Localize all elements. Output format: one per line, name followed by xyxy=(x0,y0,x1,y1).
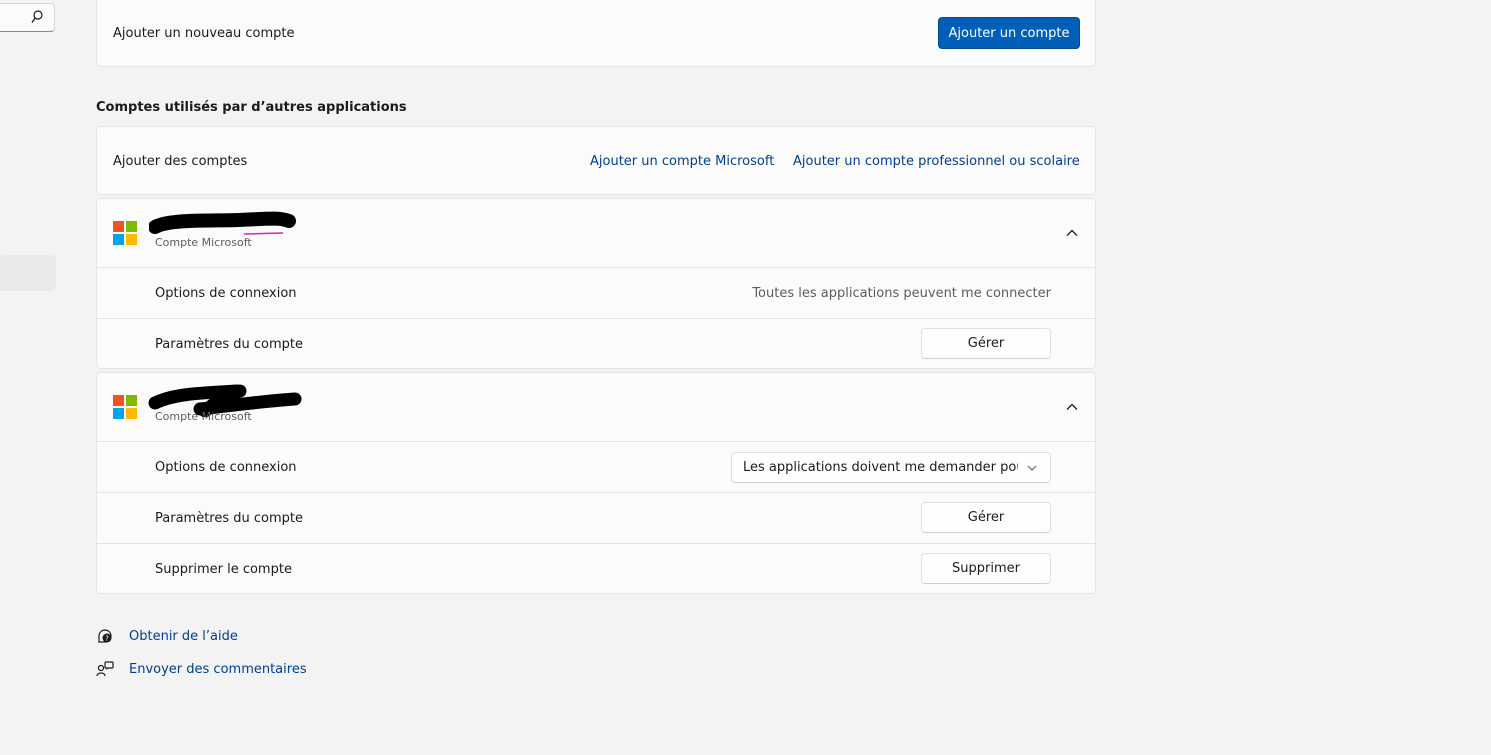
microsoft-logo-icon xyxy=(113,221,137,245)
remove-account-label: Supprimer le compte xyxy=(155,562,292,577)
search-input[interactable] xyxy=(0,3,55,32)
account-card-1: Compte Microsoft Options de connexion To… xyxy=(96,198,1096,369)
svg-text:?: ? xyxy=(105,635,109,643)
search-icon[interactable] xyxy=(31,10,43,24)
add-account-button[interactable]: Ajouter un compte xyxy=(938,17,1080,49)
add-microsoft-account-link[interactable]: Ajouter un compte Microsoft xyxy=(590,154,774,169)
manage-button[interactable]: Gérer xyxy=(921,502,1051,533)
redacted-email-scribble xyxy=(149,211,296,235)
account-header-2[interactable]: Compte Microsoft xyxy=(97,373,1095,441)
account-card-2: Compte Microsoft Options de connexion Le… xyxy=(96,372,1096,594)
logo-blue-square xyxy=(113,234,124,245)
signin-options-dropdown[interactable]: Les applications doivent me demander pou… xyxy=(731,452,1051,483)
add-new-account-card: Ajouter un nouveau compte Ajouter un com… xyxy=(96,0,1096,67)
signin-options-row-2: Options de connexion Les applications do… xyxy=(97,441,1095,492)
nav-item-selected[interactable] xyxy=(0,255,56,291)
account-header-1[interactable]: Compte Microsoft xyxy=(97,199,1095,267)
chevron-up-icon[interactable] xyxy=(1065,226,1079,240)
signin-options-label: Options de connexion xyxy=(155,460,297,475)
account-settings-row-2: Paramètres du compte Gérer xyxy=(97,492,1095,543)
section-title: Comptes utilisés par d’autres applicatio… xyxy=(96,100,407,115)
add-work-account-link[interactable]: Ajouter un compte professionnel ou scola… xyxy=(793,154,1080,169)
add-accounts-label: Ajouter des comptes xyxy=(113,154,248,169)
signin-options-row-1: Options de connexion Toutes les applicat… xyxy=(97,267,1095,318)
send-feedback-link[interactable]: Envoyer des commentaires xyxy=(129,662,307,677)
add-accounts-card: Ajouter des comptes Ajouter un compte Mi… xyxy=(96,126,1096,195)
account-settings-label: Paramètres du compte xyxy=(155,337,303,352)
account-settings-label: Paramètres du compte xyxy=(155,511,303,526)
send-feedback-item[interactable]: Envoyer des commentaires xyxy=(96,660,307,678)
feedback-icon xyxy=(96,661,114,677)
chevron-down-icon xyxy=(1027,465,1037,471)
microsoft-logo-icon xyxy=(113,395,137,419)
manage-button[interactable]: Gérer xyxy=(921,328,1051,359)
logo-green-square xyxy=(126,395,137,406)
chevron-up-icon[interactable] xyxy=(1065,400,1079,414)
account-type-label: Compte Microsoft xyxy=(155,236,252,249)
logo-green-square xyxy=(126,221,137,232)
logo-yellow-square xyxy=(126,234,137,245)
logo-yellow-square xyxy=(126,408,137,419)
logo-red-square xyxy=(113,221,124,232)
signin-options-value: Toutes les applications peuvent me conne… xyxy=(752,286,1051,301)
logo-blue-square xyxy=(113,408,124,419)
remove-button[interactable]: Supprimer xyxy=(921,553,1051,584)
logo-red-square xyxy=(113,395,124,406)
remove-account-row: Supprimer le compte Supprimer xyxy=(97,543,1095,593)
add-new-account-label: Ajouter un nouveau compte xyxy=(113,26,295,41)
get-help-item[interactable]: ? Obtenir de l’aide xyxy=(96,627,238,645)
help-icon: ? xyxy=(98,629,112,643)
account-type-label: Compte Microsoft xyxy=(155,410,252,423)
signin-options-selected-value: Les applications doivent me demander pou… xyxy=(743,460,1018,475)
signin-options-label: Options de connexion xyxy=(155,286,297,301)
account-settings-row-1: Paramètres du compte Gérer xyxy=(97,318,1095,368)
get-help-link[interactable]: Obtenir de l’aide xyxy=(129,629,238,644)
